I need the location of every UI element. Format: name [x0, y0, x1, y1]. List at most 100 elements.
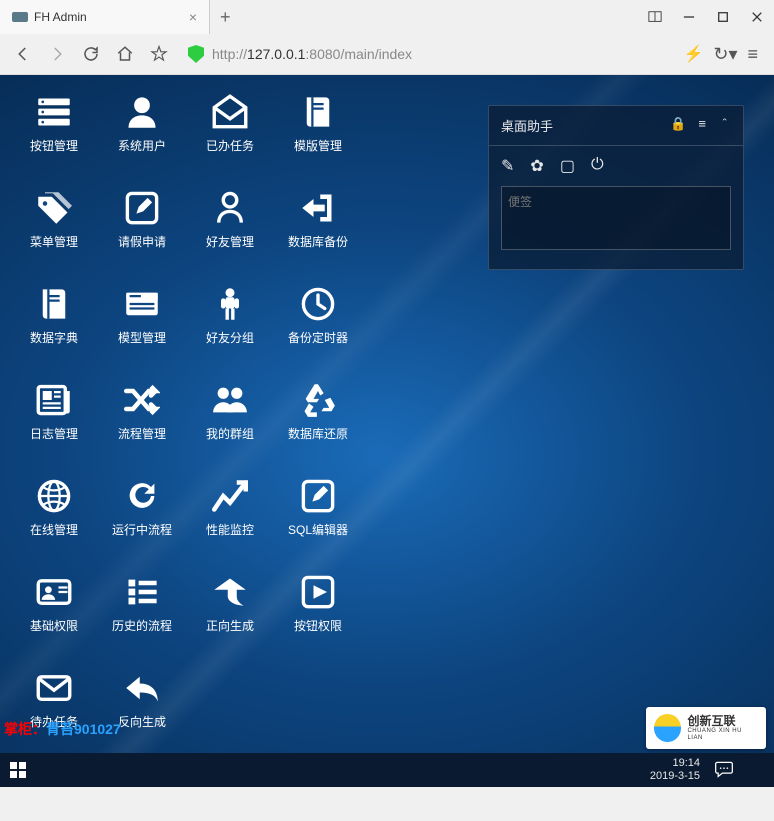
- tab-bar: FH Admin × +: [0, 0, 774, 34]
- edit-square-icon: [123, 189, 161, 227]
- desktop-icon-label: 我的群组: [206, 425, 254, 442]
- desktop-icon-label: 在线管理: [30, 521, 78, 538]
- desktop-icon-label: 好友分组: [206, 329, 254, 346]
- browser-tab[interactable]: FH Admin ×: [0, 0, 210, 34]
- lock-icon[interactable]: 🔒: [670, 116, 686, 135]
- tab-title: FH Admin: [34, 10, 87, 24]
- desktop-icon-label: 数据字典: [30, 329, 78, 346]
- desktop-helper-panel: 桌面助手 🔒 ≡ ＾ ✎ ✿ ▢ ⏻: [488, 105, 744, 270]
- tab-favicon-icon: [12, 12, 28, 22]
- desktop-icon-label: 菜单管理: [30, 233, 78, 250]
- clock-icon: [299, 285, 337, 323]
- desktop-icon-online-manage[interactable]: 在线管理: [10, 477, 98, 573]
- window-close-icon[interactable]: [740, 4, 774, 30]
- url-field[interactable]: http://127.0.0.1:8080/main/index: [188, 45, 679, 63]
- desktop-icon-button-manage[interactable]: 按钮管理: [10, 93, 98, 189]
- desktop-icon-running-process[interactable]: 运行中流程: [98, 477, 186, 573]
- desktop-icon-backup-timer[interactable]: 备份定时器: [274, 285, 362, 381]
- watermark-avatar-icon: [654, 714, 681, 742]
- desktop-icon-button-auth[interactable]: 按钮权限: [274, 573, 362, 669]
- taskbar: 19:14 2019-3-15: [0, 753, 774, 787]
- male-icon: [211, 285, 249, 323]
- list-icon[interactable]: ≡: [698, 116, 706, 135]
- desktop-area: 按钮管理 系统用户 已办任务 模版管理菜单管理 请假申请 好友管理 数据库备份数据字典 模型管…: [0, 75, 774, 787]
- desktop-icon-friend-group[interactable]: 好友分组: [186, 285, 274, 381]
- tags-icon: [35, 189, 73, 227]
- desktop-icon-history-process[interactable]: 历史的流程: [98, 573, 186, 669]
- settings-dropdown-icon[interactable]: ↻▾: [713, 44, 737, 65]
- desktop-icon-friend-manage[interactable]: 好友管理: [186, 189, 274, 285]
- reload-button[interactable]: [76, 39, 106, 69]
- menu-icon[interactable]: ≡: [747, 44, 758, 65]
- desktop-icon-label: 请假申请: [118, 233, 166, 250]
- desktop-icon-my-groups[interactable]: 我的群组: [186, 381, 274, 477]
- desktop-icon-label: 按钮管理: [30, 137, 78, 154]
- desktop-icon-system-user[interactable]: 系统用户: [98, 93, 186, 189]
- desktop-icon-db-backup[interactable]: 数据库备份: [274, 189, 362, 285]
- close-tab-icon[interactable]: ×: [189, 9, 197, 25]
- desktop-icon-label: 运行中流程: [112, 521, 172, 538]
- desktop-icon-log-manage[interactable]: 日志管理: [10, 381, 98, 477]
- id-card-icon: [35, 573, 73, 611]
- bolt-icon[interactable]: ⚡: [683, 44, 703, 64]
- desktop-icon-db-restore[interactable]: 数据库还原: [274, 381, 362, 477]
- desktop-icon-label: 历史的流程: [112, 617, 172, 634]
- collapse-icon[interactable]: ＾: [718, 116, 731, 135]
- new-tab-button[interactable]: +: [210, 7, 241, 28]
- desktop-icon-label: 流程管理: [118, 425, 166, 442]
- desktop-icon-label: 已办任务: [206, 137, 254, 154]
- window-maximize-icon[interactable]: [706, 4, 740, 30]
- signin-icon: [299, 189, 337, 227]
- line-icon: [211, 477, 249, 515]
- desktop-icon-template-manage[interactable]: 模版管理: [274, 93, 362, 189]
- desktop-icon-label: 数据库还原: [288, 425, 348, 442]
- forward-button[interactable]: [42, 39, 72, 69]
- desktop-icon-label: 好友管理: [206, 233, 254, 250]
- desktop-icon-sql-editor[interactable]: SQL编辑器: [274, 477, 362, 573]
- url-text: http://127.0.0.1:8080/main/index: [212, 46, 412, 62]
- desktop-icon-menu-manage[interactable]: 菜单管理: [10, 189, 98, 285]
- taskbar-datetime[interactable]: 19:14 2019-3-15: [650, 757, 700, 783]
- note-textarea[interactable]: [501, 186, 731, 250]
- address-bar: http://127.0.0.1:8080/main/index ⚡ ↻▾ ≡: [0, 34, 774, 74]
- stop-icon[interactable]: ▢: [560, 156, 575, 176]
- gear-icon[interactable]: ✿: [530, 156, 543, 176]
- desktop-icon-perf-monitor[interactable]: 性能监控: [186, 477, 274, 573]
- envelope-icon: [35, 669, 73, 707]
- desktop-icon-label: 按钮权限: [294, 617, 342, 634]
- book-icon: [35, 285, 73, 323]
- desktop-icon-model-manage[interactable]: 模型管理: [98, 285, 186, 381]
- desktop-icon-todo-tasks[interactable]: 待办任务: [10, 669, 98, 765]
- chat-icon[interactable]: [714, 759, 734, 782]
- desktop-icon-label: 正向生成: [206, 617, 254, 634]
- refresh-icon: [123, 477, 161, 515]
- users-icon: [211, 381, 249, 419]
- desktop-icon-reverse-gen[interactable]: 反向生成: [98, 669, 186, 765]
- home-button[interactable]: [110, 39, 140, 69]
- desktop-icon-label: SQL编辑器: [288, 521, 348, 538]
- panel-icon: [123, 285, 161, 323]
- desktop-icon-forward-gen[interactable]: 正向生成: [186, 573, 274, 669]
- window-read-mode-icon[interactable]: [638, 4, 672, 30]
- news-icon: [35, 381, 73, 419]
- helper-title: 桌面助手: [501, 116, 670, 135]
- power-icon[interactable]: ⏻: [591, 156, 604, 176]
- desktop-icon-data-dict[interactable]: 数据字典: [10, 285, 98, 381]
- desktop-icon-label: 系统用户: [118, 137, 166, 154]
- play-square-icon: [299, 573, 337, 611]
- desktop-icon-process-manage[interactable]: 流程管理: [98, 381, 186, 477]
- back-button[interactable]: [8, 39, 38, 69]
- edit-icon[interactable]: ✎: [501, 156, 514, 176]
- shield-icon: [188, 45, 204, 63]
- window-minimize-icon[interactable]: [672, 4, 706, 30]
- user-icon: [123, 93, 161, 131]
- desktop-icon-label: 数据库备份: [288, 233, 348, 250]
- desktop-icon-label: 基础权限: [30, 617, 78, 634]
- desktop-icon-leave-apply[interactable]: 请假申请: [98, 189, 186, 285]
- desktop-icon-base-auth[interactable]: 基础权限: [10, 573, 98, 669]
- desktop-icon-done-tasks[interactable]: 已办任务: [186, 93, 274, 189]
- reply-icon: [123, 669, 161, 707]
- envelope-open-icon: [211, 93, 249, 131]
- favorite-button[interactable]: [144, 39, 174, 69]
- start-button[interactable]: [0, 762, 36, 778]
